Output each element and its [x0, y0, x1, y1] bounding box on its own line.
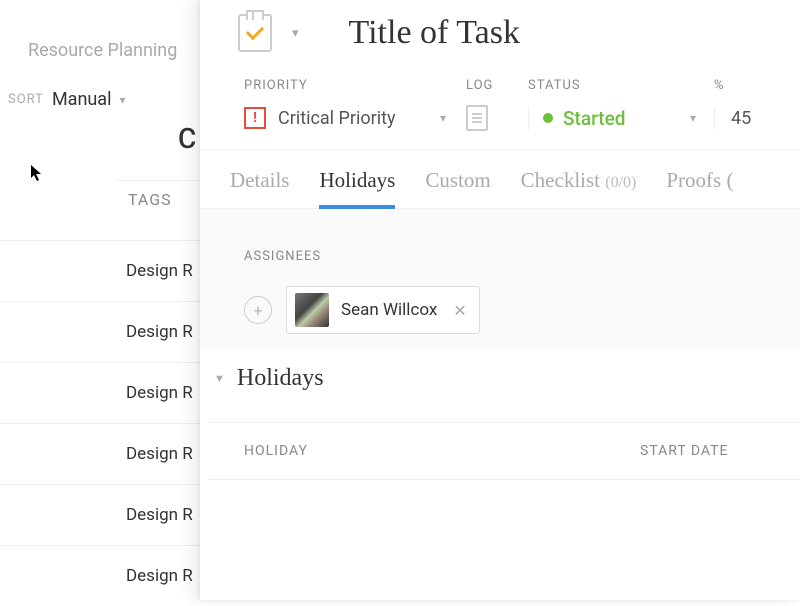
task-detail-panel: ▾ Title of Task PRIORITY LOG STATUS % ! … [200, 0, 800, 600]
list-item[interactable]: Design R [0, 240, 200, 301]
list-item[interactable]: Design R [0, 362, 200, 423]
holiday-column-header: HOLIDAY [244, 443, 640, 459]
status-dropdown[interactable]: Started ▾ [528, 107, 714, 130]
chevron-down-icon: ▾ [440, 111, 446, 125]
sort-label: SORT [8, 92, 44, 107]
tabs: Details Holidays Custom Checklist (0/0) … [200, 150, 800, 209]
assignee-name: Sean Willcox [341, 300, 437, 320]
tab-proofs[interactable]: Proofs ( [666, 168, 733, 205]
tags-column-header: TAGS [128, 190, 172, 209]
assignee-chip[interactable]: Sean Willcox ✕ [286, 286, 480, 334]
checkmark-icon [246, 22, 264, 40]
assignees-label: ASSIGNEES [244, 249, 800, 264]
critical-priority-icon: ! [244, 107, 266, 129]
add-assignee-button[interactable]: + [244, 296, 272, 324]
list-item[interactable]: Design R [0, 301, 200, 362]
sort-control[interactable]: SORT Manual ▾ [0, 61, 200, 110]
tab-details[interactable]: Details [230, 168, 289, 205]
left-background-panel: Resource Planning SORT Manual ▾ C TAGS D… [0, 0, 200, 600]
percent-input[interactable]: 45 [714, 108, 751, 129]
priority-value: Critical Priority [278, 108, 396, 129]
log-label: LOG [466, 78, 528, 93]
list-item[interactable]: Design R [0, 484, 200, 545]
task-title[interactable]: Title of Task [349, 14, 520, 52]
tab-checklist-label: Checklist [521, 168, 600, 192]
chevron-down-icon: ▾ [690, 111, 696, 125]
tab-holidays[interactable]: Holidays [319, 168, 395, 209]
task-rows: Design R Design R Design R Design R Desi… [0, 240, 200, 606]
tab-custom[interactable]: Custom [425, 168, 490, 205]
task-type-icon[interactable] [238, 14, 272, 52]
close-icon[interactable]: ✕ [449, 301, 470, 320]
notepad-icon [466, 105, 488, 131]
holidays-section-header[interactable]: ▼ Holidays [208, 365, 800, 392]
breadcrumb[interactable]: Resource Planning [0, 0, 200, 61]
priority-label: PRIORITY [244, 78, 466, 93]
avatar [295, 293, 329, 327]
status-dot-icon [543, 113, 553, 123]
status-value: Started [563, 107, 625, 130]
sort-value: Manual [52, 89, 112, 110]
chevron-down-icon[interactable]: ▾ [292, 26, 299, 41]
tab-checklist[interactable]: Checklist (0/0) [521, 168, 637, 205]
status-label: STATUS [528, 78, 714, 93]
column-letter: C [178, 122, 196, 155]
assignees-section: ASSIGNEES + Sean Willcox ✕ [200, 209, 800, 349]
holidays-section-title: Holidays [237, 365, 324, 392]
list-item[interactable]: Design R [0, 545, 200, 606]
chevron-down-icon: ▾ [119, 93, 125, 107]
start-date-column-header: START DATE [640, 443, 729, 459]
holidays-section: ▼ Holidays HOLIDAY START DATE [200, 349, 800, 480]
list-item[interactable]: Design R [0, 423, 200, 484]
log-button[interactable] [466, 105, 528, 131]
priority-dropdown[interactable]: ! Critical Priority ▾ [244, 107, 466, 129]
plus-icon: + [253, 301, 262, 320]
holidays-table-header: HOLIDAY START DATE [208, 422, 800, 480]
triangle-down-icon: ▼ [214, 372, 225, 385]
percent-label: % [714, 78, 774, 93]
tab-checklist-count: (0/0) [605, 174, 636, 191]
cursor-icon [30, 164, 44, 186]
